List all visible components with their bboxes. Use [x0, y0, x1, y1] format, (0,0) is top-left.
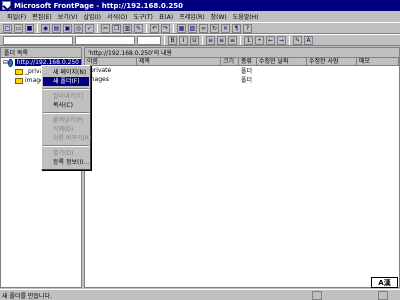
- ctx-new-folder[interactable]: 새 폴더(F): [43, 77, 89, 86]
- web-folder-icon: [8, 58, 13, 67]
- col-size[interactable]: 크기: [221, 58, 239, 65]
- save-icon[interactable]: ■: [25, 23, 34, 33]
- col-modified-by[interactable]: 수정한 사람: [307, 58, 357, 65]
- contents-header: 'http://192.168.0.250'의 내용: [85, 48, 399, 58]
- menu-insert[interactable]: 삽입(I): [81, 12, 105, 21]
- ctx-open[interactable]: 열기(O): [43, 149, 89, 158]
- ctx-properties[interactable]: 등록 정보(I)...: [43, 158, 89, 167]
- window-title: Microsoft FrontPage - http://192.168.0.2…: [14, 1, 183, 10]
- col-title[interactable]: 제목: [137, 58, 221, 65]
- menu-separator: [43, 88, 89, 90]
- menu-help[interactable]: 도움말(H): [230, 12, 262, 21]
- col-name[interactable]: 이름: [85, 58, 137, 65]
- file-type: 폴더: [241, 77, 253, 84]
- file-name: _private: [87, 67, 112, 74]
- redo-icon[interactable]: ↷: [161, 23, 170, 33]
- network-indicator-icon: [312, 290, 322, 300]
- menu-format[interactable]: 서식(O): [104, 12, 130, 21]
- font-combo[interactable]: [75, 35, 135, 45]
- ime-indicator[interactable]: A漢: [371, 277, 398, 288]
- menu-separator: [43, 145, 89, 147]
- folder-icon: [15, 77, 23, 84]
- menu-table[interactable]: 표(A): [156, 12, 176, 21]
- increase-indent-icon[interactable]: →: [277, 35, 286, 45]
- bold-icon[interactable]: B: [168, 35, 177, 45]
- menu-window[interactable]: 창(W): [208, 12, 230, 21]
- style-combo[interactable]: [3, 35, 73, 45]
- toolbar-separator: [37, 23, 38, 33]
- file-name: images: [87, 76, 109, 83]
- table-icon[interactable]: ▦: [177, 23, 186, 33]
- col-modified-date[interactable]: 수정한 날짜: [257, 58, 307, 65]
- toolbar-separator: [164, 35, 165, 45]
- contents-pane: 'http://192.168.0.250'의 내용 이름 제목 크기 종류 수…: [84, 47, 400, 288]
- help-icon[interactable]: ?: [243, 23, 252, 33]
- show-all-icon[interactable]: ¶: [232, 23, 241, 33]
- ctx-delete[interactable]: 삭제(D): [43, 125, 89, 134]
- resize-grip-icon[interactable]: [378, 290, 388, 300]
- file-type: 폴더: [241, 68, 253, 75]
- ctx-copy[interactable]: 복사(C): [43, 101, 89, 110]
- stop-icon[interactable]: ✕: [221, 23, 230, 33]
- numbering-icon[interactable]: 1: [244, 35, 253, 45]
- toolbar-separator: [240, 35, 241, 45]
- menu-tools[interactable]: 도구(T): [130, 12, 155, 21]
- standard-toolbar: □ ▭ ■ ◉ ▤ ▣ ◎ ✓ ✂ ❐ ▥ ✎ ↶ ↷ ▦ ▨ ∞ ↻ ✕ ¶ …: [0, 22, 400, 34]
- title-bar: Microsoft FrontPage - http://192.168.0.2…: [0, 0, 400, 11]
- print-icon[interactable]: ▣: [63, 23, 72, 33]
- spelling-icon[interactable]: ✓: [85, 23, 94, 33]
- open-icon[interactable]: ▭: [14, 23, 23, 33]
- ctx-paste[interactable]: 붙여넣기(P): [43, 116, 89, 125]
- toolbar-separator: [146, 23, 147, 33]
- ctx-cut[interactable]: 잘라내기(T): [43, 92, 89, 101]
- refresh-icon[interactable]: ↻: [210, 23, 219, 33]
- highlight-icon[interactable]: ✎: [293, 35, 302, 45]
- toolbar-separator: [289, 35, 290, 45]
- paste-icon[interactable]: ▥: [123, 23, 132, 33]
- size-combo[interactable]: [137, 35, 161, 45]
- decrease-indent-icon[interactable]: ←: [266, 35, 275, 45]
- image-icon[interactable]: ▨: [188, 23, 197, 33]
- bullets-icon[interactable]: •: [255, 35, 264, 45]
- folder-icon: [15, 68, 23, 75]
- column-headers: 이름 제목 크기 종류 수정한 날짜 수정한 사람 메모: [85, 58, 399, 66]
- ctx-rename[interactable]: 이름 바꾸기(R): [43, 134, 91, 143]
- menu-view[interactable]: 보기(V): [55, 12, 81, 21]
- context-menu: 새 페이지(N) 새 폴더(F) 잘라내기(T) 복사(C) 붙여넣기(P) 삭…: [41, 65, 91, 170]
- folder-list-header: 폴더 목록: [1, 48, 81, 58]
- copy-icon[interactable]: ❐: [112, 23, 121, 33]
- toolbar-separator: [202, 35, 203, 45]
- toolbar-separator: [173, 23, 174, 33]
- menu-frames[interactable]: 프레임(R): [176, 12, 207, 21]
- undo-icon[interactable]: ↶: [150, 23, 159, 33]
- underline-icon[interactable]: U: [190, 35, 199, 45]
- hyperlink-icon[interactable]: ∞: [199, 23, 208, 33]
- menu-file[interactable]: 파일(F): [4, 12, 29, 21]
- align-left-icon[interactable]: ≡: [206, 35, 215, 45]
- font-color-icon[interactable]: A: [304, 35, 313, 45]
- table-row[interactable]: _private 폴더: [85, 66, 399, 75]
- publish-icon[interactable]: ◉: [41, 23, 50, 33]
- align-center-icon[interactable]: ≡: [217, 35, 226, 45]
- format-painter-icon[interactable]: ✎: [134, 23, 143, 33]
- menu-bar: 파일(F) 편집(E) 보기(V) 삽입(I) 서식(O) 도구(T) 표(A)…: [0, 11, 400, 22]
- new-page-icon[interactable]: □: [3, 23, 12, 33]
- folder-list-icon[interactable]: ▤: [52, 23, 61, 33]
- menu-edit[interactable]: 편집(E): [29, 12, 55, 21]
- italic-icon[interactable]: I: [179, 35, 188, 45]
- cut-icon[interactable]: ✂: [101, 23, 110, 33]
- menu-separator: [43, 112, 89, 114]
- table-row[interactable]: images 폴더: [85, 75, 399, 84]
- formatting-toolbar: B I U ≡ ≡ ≡ 1 • ← → ✎ A: [0, 34, 400, 46]
- preview-icon[interactable]: ◎: [74, 23, 83, 33]
- status-bar: 새 폴더를 만듭니다.: [0, 289, 400, 300]
- frontpage-app-icon[interactable]: [2, 1, 11, 10]
- status-text: 새 폴더를 만듭니다.: [2, 292, 52, 300]
- ctx-new-page[interactable]: 새 페이지(N): [43, 68, 89, 77]
- align-right-icon[interactable]: ≡: [228, 35, 237, 45]
- toolbar-separator: [97, 23, 98, 33]
- col-comments[interactable]: 메모: [357, 58, 399, 65]
- col-type[interactable]: 종류: [239, 58, 257, 65]
